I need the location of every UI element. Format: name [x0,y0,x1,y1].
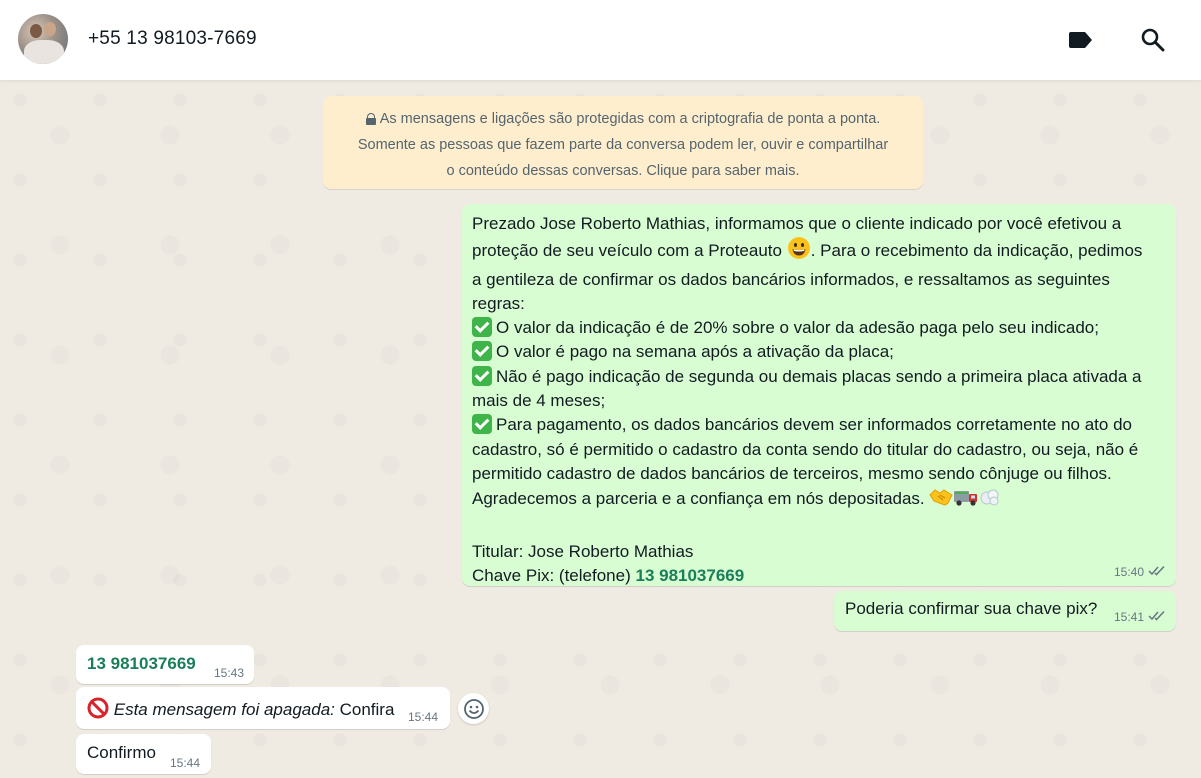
message-meta: 15:41 [1114,610,1166,624]
message-meta: 15:44 [408,710,438,724]
avatar-head-1 [30,24,42,38]
incoming-message-confirm[interactable]: Confirmo 15:44 [76,734,211,774]
double-check-icon [1148,565,1166,579]
deleted-label: Esta mensagem foi apagada: [113,700,335,719]
message-line: O valor da indicação é de 20% sobre o va… [472,316,1166,340]
reaction-smiley-button[interactable] [458,693,489,724]
prohibited-icon [87,697,109,724]
message-line: Prezado Jose Roberto Mathias, informamos… [472,214,1122,233]
message-line: permitido cadastro de dados bancários de… [472,463,1112,483]
message-meta: 15:40 [1114,565,1166,579]
phone-number-link[interactable]: 13 981037669 [635,566,744,585]
message-line: Não é pago indicação de segunda ou demai… [472,365,1166,389]
smiley-icon [463,698,484,719]
outgoing-message-question[interactable]: Poderia confirmar sua chave pix? 15:41 [834,591,1176,631]
message-line: Agradecemos a parceria e a confiança em … [472,486,1166,515]
chat-header: +55 13 98103-7669 [0,0,1201,80]
check-mark-button-icon [472,317,492,338]
message-line: mais de 4 meses; [472,391,606,411]
message-time: 15:43 [214,666,245,680]
label-icon[interactable] [1066,25,1096,55]
message-line: cadastro, só é permitido o cadastro da c… [472,439,1139,459]
grinning-face-emoji-icon [787,236,811,267]
message-time: 15:44 [170,756,201,770]
check-mark-button-icon [472,341,492,362]
encryption-notice-line: As mensagens e ligações são protegidas c… [337,106,909,132]
avatar-figure [24,40,64,64]
encryption-notice-line: Somente as pessoas que fazem parte da co… [357,137,889,153]
message-time: 15:44 [408,710,439,724]
chat-area[interactable]: As mensagens e ligações são protegidas c… [0,80,1201,778]
message-meta: 15:44 [170,756,200,770]
lock-icon [365,113,376,125]
incoming-message-deleted[interactable]: Esta mensagem foi apagada: Confira 15:44 [76,687,450,729]
check-mark-button-icon [472,414,492,435]
incoming-message-pix[interactable]: 13 981037669 15:43 [76,645,254,684]
message-line: Titular: Jose Roberto Mathias [472,541,694,561]
check-mark-button-icon [472,365,492,386]
message-line: O valor é pago na semana após a ativação… [472,340,1166,364]
truck-emoji-icon [953,486,979,515]
encryption-notice[interactable]: As mensagens e ligações são protegidas c… [323,96,923,189]
message-line: regras: [472,293,525,313]
contact-avatar[interactable] [18,14,68,64]
phone-number-link[interactable]: 13 981037669 [87,654,196,673]
message-time: 15:40 [1113,565,1144,579]
encryption-notice-line: o conteúdo dessas conversas. Clique para… [446,163,800,179]
contact-name[interactable]: +55 13 98103-7669 [88,28,257,50]
search-icon[interactable] [1138,25,1168,55]
handshake-emoji-icon [929,486,954,515]
message-time: 15:41 [1113,610,1144,624]
message-text: Confira [339,700,395,719]
message-text: Poderia confirmar sua chave pix? [845,599,1098,618]
double-check-icon [1148,610,1166,624]
message-line: proteção de seu veículo com a Proteauto … [472,236,1166,267]
message-text: Confirmo [87,743,156,762]
message-line: Para pagamento, os dados bancários devem… [472,413,1166,437]
message-line: Chave Pix: (telefone) 13 981037669 [472,566,745,586]
outgoing-message-referral[interactable]: Prezado Jose Roberto Mathias, informamos… [462,204,1176,586]
message-meta: 15:43 [214,666,244,680]
message-line: a gentileza de confirmar os dados bancár… [472,269,1110,289]
dashing-away-emoji-icon [979,486,1001,515]
avatar-head-2 [44,22,56,36]
